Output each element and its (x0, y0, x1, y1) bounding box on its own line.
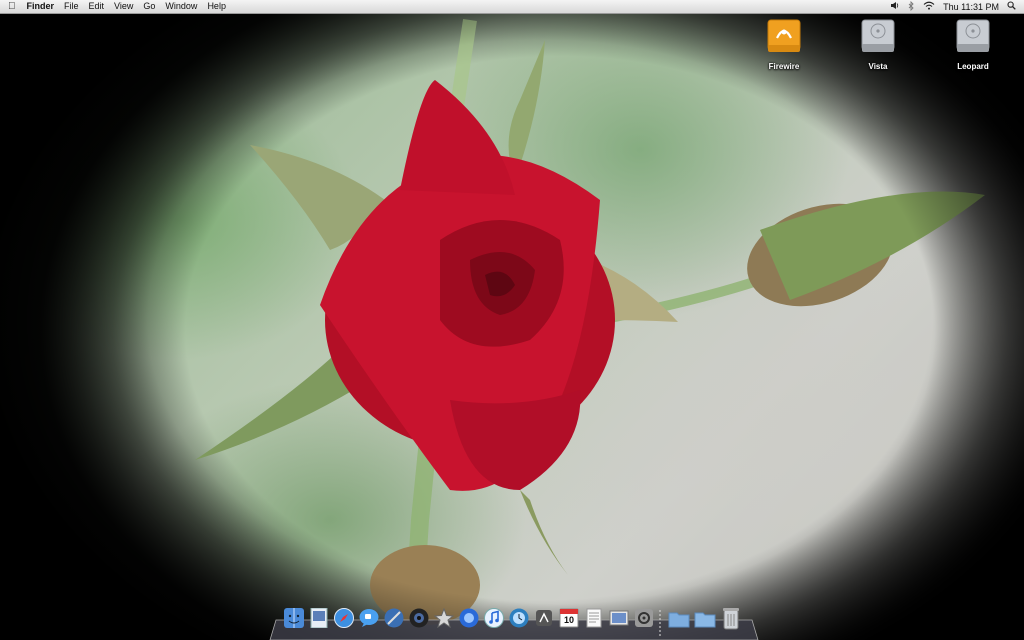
photos-icon[interactable] (609, 608, 629, 633)
desktop-icon-label: Vista (868, 62, 888, 71)
quicktime-icon[interactable] (459, 608, 479, 633)
desktop-icon-firewire[interactable]: Firewire (749, 18, 819, 71)
desktop-icon-label: Leopard (957, 62, 989, 71)
firewire-drive-icon (767, 19, 801, 52)
menu-bar:  Finder File Edit View Go Window Help T… (0, 0, 1024, 14)
menu-go[interactable]: Go (138, 0, 160, 13)
xcode-icon[interactable] (384, 608, 404, 633)
menu-help[interactable]: Help (202, 0, 231, 13)
documents-folder-icon[interactable] (694, 610, 716, 633)
utility-icon[interactable] (433, 607, 455, 633)
menu-extras: Thu 11:31 PM (890, 0, 1016, 13)
system-preferences-icon[interactable] (634, 608, 654, 633)
hard-drive-icon (956, 19, 990, 52)
desktop-icon-label: Firewire (768, 62, 800, 71)
apple-icon[interactable]:  (0, 0, 22, 13)
desktop-icon-leopard[interactable]: Leopard (938, 18, 1008, 71)
bluetooth-icon[interactable] (908, 0, 915, 13)
finder-icon[interactable] (284, 608, 304, 633)
clock[interactable]: Thu 11:31 PM (943, 2, 999, 12)
safari-icon[interactable] (334, 608, 354, 633)
spotlight-icon[interactable] (1007, 1, 1016, 12)
menu-window[interactable]: Window (160, 0, 202, 13)
menu-view[interactable]: View (109, 0, 138, 13)
menu-app-name[interactable]: Finder (22, 0, 60, 13)
menu-file[interactable]: File (59, 0, 84, 13)
ichat-icon[interactable] (359, 608, 379, 633)
photo-booth-icon[interactable] (409, 608, 429, 633)
applications-folder-icon[interactable] (668, 610, 690, 633)
calendar-day: 10 (563, 615, 574, 625)
wifi-icon[interactable] (923, 1, 935, 12)
rose-wallpaper-art (195, 18, 985, 625)
dashboard-icon[interactable] (534, 608, 554, 633)
itunes-icon[interactable] (484, 608, 504, 633)
time-machine-icon[interactable] (509, 608, 529, 633)
textedit-icon[interactable] (584, 608, 604, 633)
volume-icon[interactable] (890, 1, 900, 12)
menu-edit[interactable]: Edit (84, 0, 110, 13)
preview-icon[interactable] (309, 607, 329, 633)
calendar-icon[interactable]: 10 (559, 608, 579, 633)
desktop-icon-vista[interactable]: Vista (843, 18, 913, 71)
trash-icon[interactable] (722, 606, 740, 635)
hard-drive-icon (861, 19, 895, 52)
